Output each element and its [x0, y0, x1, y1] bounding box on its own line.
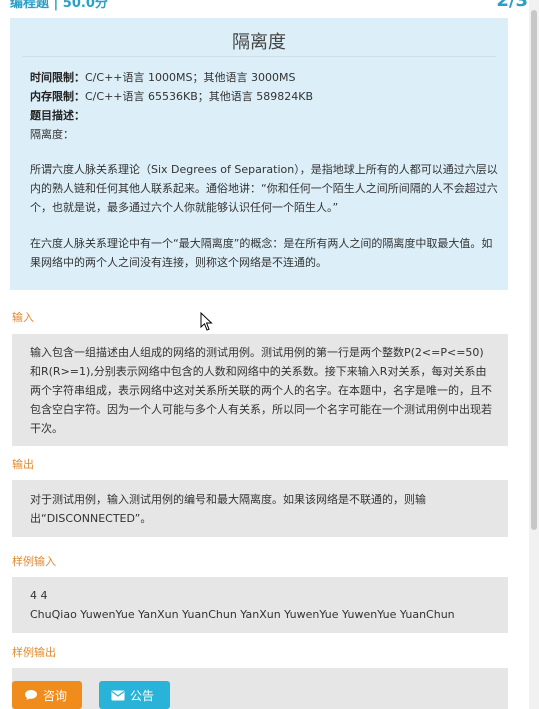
question-counter: 2/3: [496, 0, 528, 11]
notice-button[interactable]: 公告: [99, 681, 170, 709]
mouse-cursor-icon: [200, 312, 213, 331]
description-paragraph-1: 所谓六度人脉关系理论（Six Degrees of Separation），是指…: [30, 163, 498, 214]
notice-label: 公告: [130, 688, 155, 703]
sample-output-box: [12, 668, 508, 709]
sample-input-line-1: 4 4: [30, 589, 48, 602]
output-label: 输出: [12, 458, 34, 471]
input-box: 输入包含一组描述由人组成的网络的测试用例。测试用例的第一行是两个整数P(2<=P…: [12, 334, 508, 446]
top-bar: 编程题 | 50.0分 2/3: [0, 0, 528, 14]
sample-output-label: 样例输出: [12, 646, 56, 659]
output-text: 对于测试用例，输入测试用例的编号和最大隔离度。如果该网络是不联通的，则输出“DI…: [30, 493, 426, 525]
input-label: 输入: [12, 311, 34, 324]
description-label: 题目描述：: [30, 109, 85, 122]
time-limit-value: C/C++语言 1000MS；其他语言 3000MS: [85, 71, 296, 84]
chat-icon: [25, 690, 37, 700]
scrollbar-thumb[interactable]: [531, 10, 537, 530]
envelope-icon: [111, 690, 125, 700]
memory-limit-value: C/C++语言 65536KB；其他语言 589824KB: [85, 90, 313, 103]
scrollbar[interactable]: [529, 0, 539, 709]
title-divider: [22, 56, 496, 57]
description-paragraph-2: 在六度人脉关系理论中有一个“最大隔离度”的概念：是在所有两人之间的隔离度中取最大…: [30, 237, 493, 269]
output-box: 对于测试用例，输入测试用例的编号和最大隔离度。如果该网络是不联通的，则输出“DI…: [12, 480, 508, 537]
sample-input-label: 样例输入: [12, 555, 56, 568]
problem-meta: 时间限制：C/C++语言 1000MS；其他语言 3000MS 内存限制：C/C…: [30, 68, 313, 144]
time-limit-label: 时间限制：: [30, 71, 85, 84]
memory-limit-label: 内存限制：: [30, 90, 85, 103]
problem-card: 隔离度 时间限制：C/C++语言 1000MS；其他语言 3000MS 内存限制…: [10, 18, 508, 290]
sample-input-text: 4 4 ChuQiao YuwenYue YanXun YuanChun Yan…: [30, 586, 500, 624]
sample-input-box: 4 4 ChuQiao YuwenYue YanXun YuanChun Yan…: [12, 577, 508, 633]
question-type: 编程题 | 50.0分: [10, 0, 108, 11]
consult-button[interactable]: 咨询: [12, 681, 82, 709]
problem-title: 隔离度: [232, 32, 286, 53]
consult-label: 咨询: [43, 688, 68, 703]
input-text: 输入包含一组描述由人组成的网络的测试用例。测试用例的第一行是两个整数P(2<=P…: [30, 346, 492, 435]
sample-input-line-2: ChuQiao YuwenYue YanXun YuanChun YanXun …: [30, 608, 455, 621]
description-subtitle: 隔离度：: [30, 128, 74, 141]
